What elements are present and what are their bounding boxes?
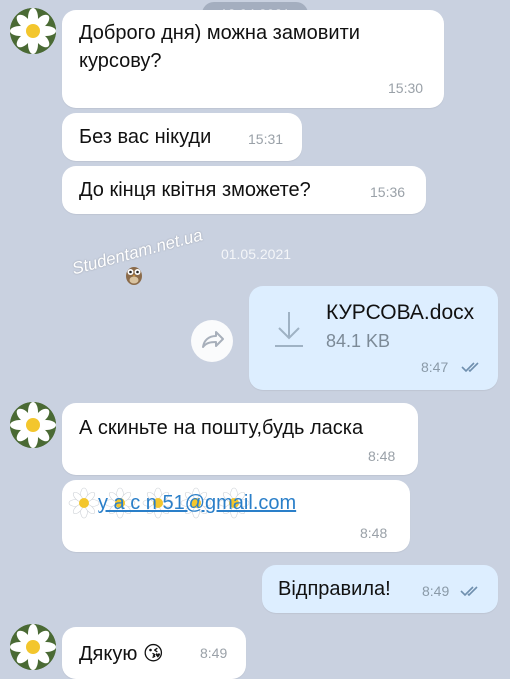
avatar[interactable] — [10, 624, 56, 670]
chat-area: 12.04.2021 Доброго дня) можна замовити к… — [0, 0, 510, 679]
message-bubble[interactable]: Дякую 😘 8:49 — [62, 627, 246, 679]
message-text: Відправила! — [278, 578, 391, 600]
message-text-line: Доброго дня) можна замовити — [79, 22, 360, 44]
daisy-avatar-icon — [10, 8, 56, 54]
email-link[interactable]: y a c n 51@gmail.com — [98, 492, 296, 515]
daisy-avatar-icon — [10, 624, 56, 670]
double-check-icon — [461, 362, 479, 373]
daisy-avatar-icon — [10, 402, 56, 448]
message-text: Дякую 😘 — [79, 643, 164, 665]
share-button[interactable] — [191, 320, 233, 362]
message-bubble[interactable]: Відправила! 8:49 — [262, 565, 498, 613]
file-size: 84.1 KB — [326, 331, 391, 351]
date-separator: 01.05.2021 — [220, 246, 292, 262]
message-time: 8:48 — [368, 448, 396, 464]
message-bubble[interactable]: y a c n 51@gmail.com 8:48 — [62, 480, 410, 552]
message-text-line: курсову? — [79, 50, 162, 72]
message-time: 8:49 — [422, 583, 450, 599]
owl-icon — [124, 263, 144, 290]
file-message-bubble[interactable]: КУРСОВА.docx 84.1 KB 8:47 — [249, 286, 498, 390]
message-text: А скиньте на пошту,будь ласка — [79, 417, 364, 439]
message-time: 8:49 — [200, 645, 228, 661]
message-time: 15:36 — [370, 184, 406, 200]
double-check-icon — [460, 586, 478, 597]
avatar[interactable] — [10, 8, 56, 54]
message-time: 8:47 — [421, 359, 449, 375]
message-bubble[interactable]: А скиньте на пошту,будь ласка 8:48 — [62, 403, 418, 475]
message-bubble[interactable]: До кінця квітня зможете? 15:36 — [62, 166, 426, 214]
message-text: До кінця квітня зможете? — [79, 179, 311, 201]
message-text: Без вас нікуди — [79, 126, 212, 148]
download-icon[interactable] — [271, 308, 307, 356]
share-icon — [202, 331, 224, 348]
message-time: 15:30 — [388, 80, 424, 96]
file-name[interactable]: КУРСОВА.docx — [326, 301, 474, 325]
message-time: 8:48 — [360, 525, 388, 541]
message-bubble[interactable]: Без вас нікуди 15:31 — [62, 113, 302, 161]
message-time: 15:31 — [248, 131, 284, 147]
avatar[interactable] — [10, 402, 56, 448]
message-bubble[interactable]: Доброго дня) можна замовити курсову? 15:… — [62, 10, 444, 108]
